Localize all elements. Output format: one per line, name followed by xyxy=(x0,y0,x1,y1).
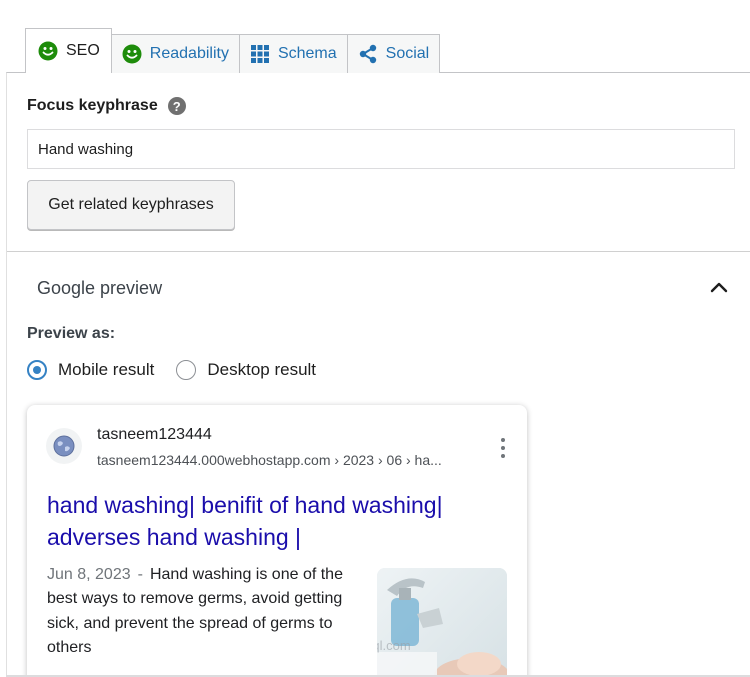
result-date: Jun 8, 2023 xyxy=(47,566,131,583)
tab-seo-label: SEO xyxy=(66,42,100,59)
desktop-result-option[interactable]: Desktop result xyxy=(176,360,316,380)
site-url: tasneem123444.000webhostapp.com › 2023 ›… xyxy=(97,452,442,468)
tab-readability-label: Readability xyxy=(149,45,229,62)
tab-social[interactable]: Social xyxy=(346,34,441,73)
focus-keyphrase-label: Focus keyphrase ? xyxy=(27,97,186,115)
section-divider xyxy=(7,251,750,252)
preview-as-label: Preview as: xyxy=(27,325,116,342)
mobile-result-option[interactable]: Mobile result xyxy=(27,360,154,380)
result-thumbnail: mostaql.com xyxy=(377,568,507,677)
get-related-keyphrases-button[interactable]: Get related keyphrases xyxy=(27,180,235,230)
globe-icon xyxy=(46,428,82,464)
desktop-result-label: Desktop result xyxy=(207,360,317,379)
desktop-result-radio[interactable] xyxy=(176,360,197,380)
preview-mode-radios: Mobile result Desktop result xyxy=(27,360,338,380)
tab-schema[interactable]: Schema xyxy=(238,34,348,73)
smiley-icon xyxy=(38,41,58,61)
focus-keyphrase-input[interactable] xyxy=(27,129,735,169)
more-options-icon[interactable] xyxy=(497,438,509,458)
site-name: tasneem123444 xyxy=(97,426,212,443)
result-snippet: Jun 8, 2023- Hand washing is one of the b… xyxy=(47,563,359,660)
date-separator: - xyxy=(137,566,143,583)
metabox-tabs: SEO Readability Schema Social xyxy=(25,28,441,74)
result-title-link[interactable]: hand washing| benifit of hand washing| a… xyxy=(47,489,497,553)
focus-keyphrase-text: Focus keyphrase xyxy=(27,97,158,114)
tab-schema-label: Schema xyxy=(277,45,337,62)
watermark-text: mostaql.com xyxy=(377,638,411,653)
tab-seo[interactable]: SEO xyxy=(25,28,112,74)
tab-social-label: Social xyxy=(385,45,430,62)
mobile-result-label: Mobile result xyxy=(58,360,155,379)
tab-readability[interactable]: Readability xyxy=(110,34,240,73)
chevron-up-icon[interactable] xyxy=(708,279,730,295)
mobile-result-radio[interactable] xyxy=(27,360,47,380)
grid-icon xyxy=(250,44,270,64)
smiley-icon xyxy=(122,44,142,64)
share-icon xyxy=(358,44,378,64)
google-result-card: tasneem123444 tasneem123444.000webhostap… xyxy=(27,405,527,677)
google-preview-title[interactable]: Google preview xyxy=(37,278,162,299)
help-icon[interactable]: ? xyxy=(167,97,186,115)
